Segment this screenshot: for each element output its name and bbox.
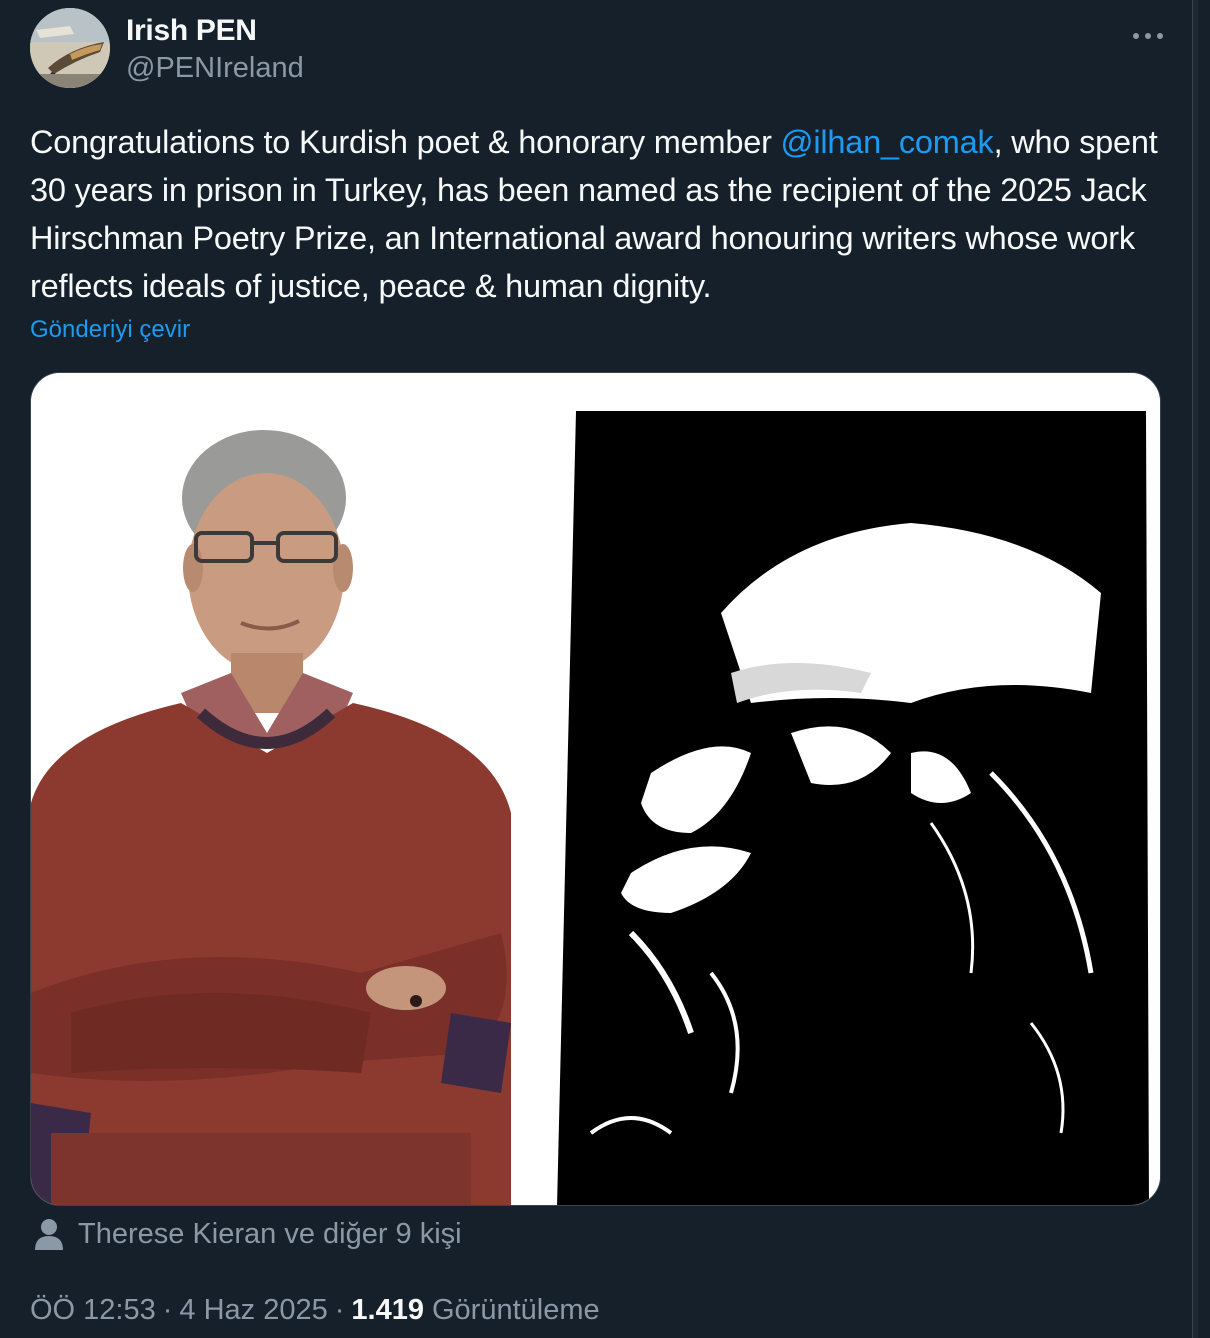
tweet-media-image bbox=[31, 373, 1160, 1205]
tweet-date[interactable]: 4 Haz 2025 bbox=[179, 1294, 327, 1327]
tweet-detail-page: Irish PEN @PENIreland Congratulations to… bbox=[0, 0, 1210, 1338]
likers-row[interactable]: Therese Kieran ve diğer 9 kişi bbox=[34, 1214, 462, 1254]
more-horizontal-icon bbox=[1133, 33, 1163, 39]
views-count: 1.419 bbox=[351, 1293, 424, 1326]
tweet-text: Congratulations to Kurdish poet & honora… bbox=[30, 118, 1170, 310]
more-options-button[interactable] bbox=[1126, 16, 1170, 56]
author-handle[interactable]: @PENIreland bbox=[126, 52, 304, 85]
tweet-media[interactable] bbox=[30, 372, 1161, 1206]
avatar[interactable] bbox=[30, 8, 110, 88]
person-icon bbox=[35, 1219, 63, 1250]
tweet-header: Irish PEN @PENIreland bbox=[30, 8, 1170, 88]
mention-link[interactable]: @ilhan_comak bbox=[781, 124, 994, 160]
black-white-portrait-illustration bbox=[557, 411, 1149, 1205]
tweet-time[interactable]: ÖÖ 12:53 bbox=[30, 1294, 156, 1327]
likers-text: Therese Kieran ve diğer 9 kişi bbox=[78, 1217, 462, 1250]
tweet-meta: ÖÖ 12:53 · 4 Haz 2025 · 1.419 Görüntülem… bbox=[30, 1290, 600, 1330]
meta-separator: · bbox=[162, 1293, 173, 1326]
display-name[interactable]: Irish PEN bbox=[126, 14, 257, 48]
scrollbar-thumb[interactable] bbox=[1192, 0, 1198, 1338]
meta-separator: · bbox=[334, 1293, 345, 1326]
pen-nib-avatar-icon bbox=[30, 8, 110, 88]
views-label: Görüntüleme bbox=[432, 1293, 600, 1326]
translate-post-link[interactable]: Gönderiyi çevir bbox=[30, 316, 190, 344]
tweet-text-before: Congratulations to Kurdish poet & honora… bbox=[30, 124, 781, 160]
